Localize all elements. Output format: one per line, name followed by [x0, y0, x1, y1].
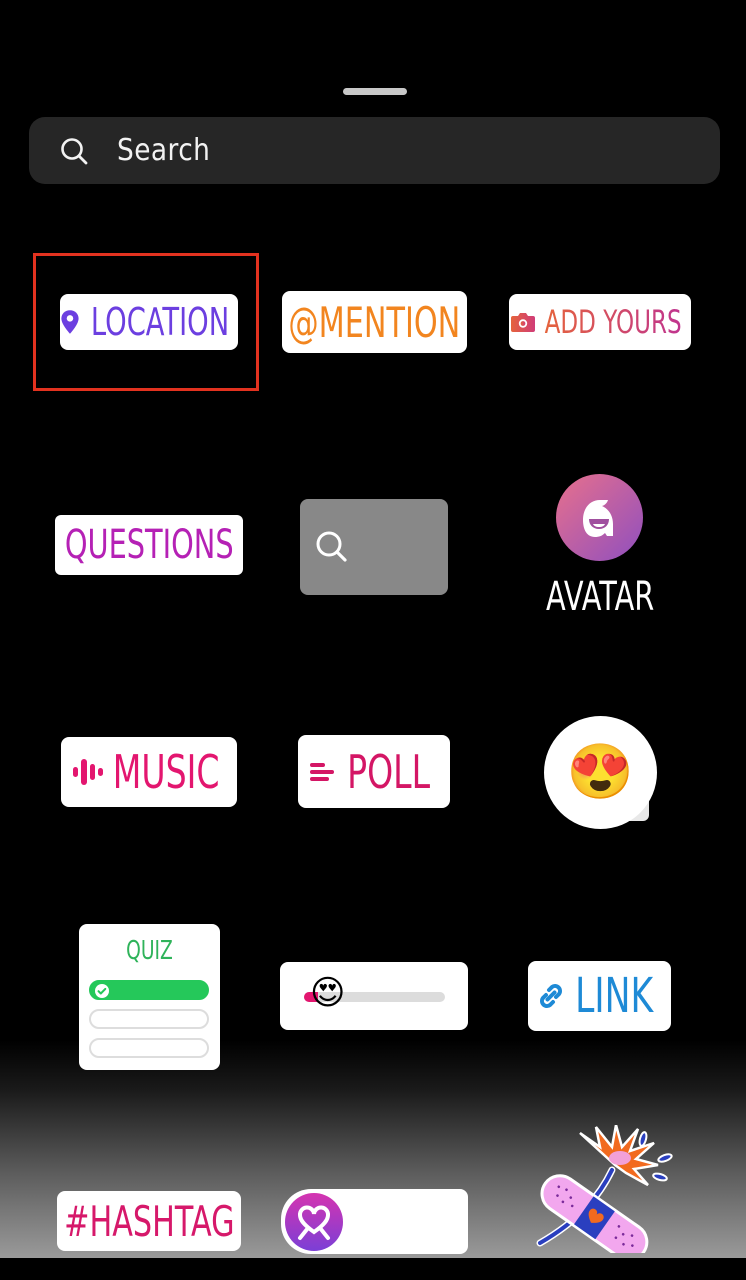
avatar-icon	[583, 500, 613, 537]
quiz-label: QUIZ	[126, 936, 173, 966]
add-yours-label: ADD YOURS	[544, 303, 682, 341]
drag-handle[interactable]	[343, 88, 407, 95]
bandaid-flower-icon[interactable]	[520, 1125, 680, 1253]
slider-emoji-knob: 😍	[310, 973, 346, 1013]
add-yours-sticker[interactable]: ADD YOURS	[509, 294, 691, 350]
poll-lines-icon	[310, 762, 335, 781]
heart-eyes-emoji-icon: 😍	[566, 742, 635, 802]
emoji-slider-sticker[interactable]: 😍	[280, 962, 468, 1030]
avatar-sticker[interactable]	[556, 474, 643, 561]
questions-label: QUESTIONS	[64, 522, 234, 568]
music-label: MUSIC	[112, 745, 220, 799]
avatar-label: AVATAR	[545, 574, 655, 620]
location-label: LOCATION	[90, 300, 230, 344]
vaccinated-line2: VACCINATED	[377, 1219, 507, 1250]
vaccinated-line1: LET'S GET	[371, 1191, 474, 1222]
hashtag-label: #HASHTAG	[63, 1196, 235, 1246]
poll-label: POLL	[347, 744, 431, 799]
gif-search-sticker[interactable]	[300, 499, 448, 595]
link-label: LINK	[575, 968, 654, 1024]
emoji-reaction-sticker[interactable]: 😍	[544, 716, 657, 829]
lets-get-vaccinated-sticker[interactable]: LET'S GET VACCINATED	[281, 1189, 468, 1254]
search-bar[interactable]: Search	[29, 117, 720, 184]
search-icon	[61, 137, 88, 164]
check-circle-icon	[95, 984, 109, 998]
location-sticker[interactable]: LOCATION	[60, 294, 238, 350]
search-icon	[316, 531, 347, 562]
questions-sticker[interactable]: QUESTIONS	[55, 515, 243, 575]
poll-sticker[interactable]: POLL	[298, 735, 450, 808]
quiz-option-correct	[89, 980, 209, 1000]
link-icon	[540, 984, 563, 1008]
music-sticker[interactable]: MUSIC	[61, 737, 237, 807]
hashtag-sticker[interactable]: #HASHTAG	[57, 1191, 241, 1251]
camera-icon	[510, 313, 535, 332]
audio-bars-icon	[72, 759, 103, 785]
search-placeholder: Search	[117, 133, 211, 168]
mention-sticker[interactable]: @MENTION	[282, 291, 467, 353]
quiz-option	[89, 1038, 209, 1058]
link-sticker[interactable]: LINK	[528, 961, 671, 1031]
mention-label: MENTION	[318, 297, 461, 347]
quiz-option	[89, 1009, 209, 1029]
heart-ribbon-icon	[298, 1205, 330, 1240]
mention-at-glyph: @	[288, 297, 319, 347]
location-pin-icon	[61, 310, 79, 334]
quiz-sticker[interactable]: QUIZ	[79, 924, 220, 1070]
